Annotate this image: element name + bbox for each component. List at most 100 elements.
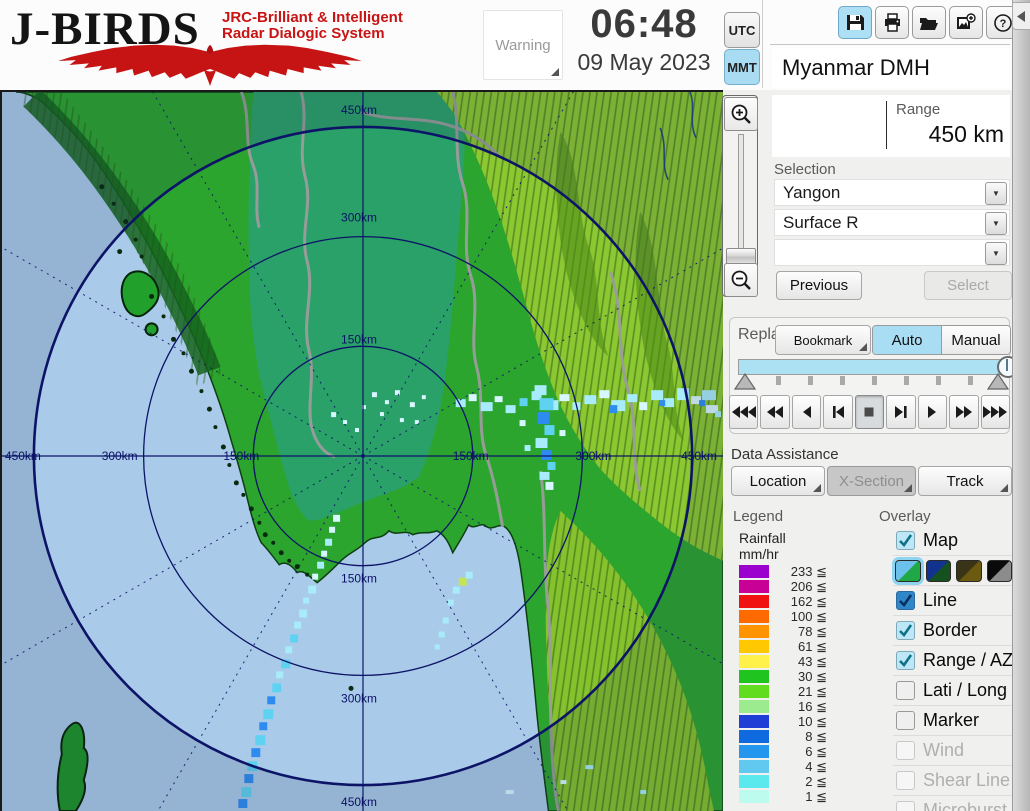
overlay-list: Map Line Border Range / AZ Lati / Long Marker… bbox=[893, 526, 1014, 811]
site-dropdown[interactable]: Yangon ▼ bbox=[774, 179, 1010, 206]
time-display: 06:48 bbox=[590, 2, 698, 46]
playback-glyph-icon bbox=[894, 406, 907, 418]
map-style-swatch[interactable] bbox=[895, 559, 921, 582]
legend-color-swatch bbox=[739, 670, 769, 683]
map-style-swatch[interactable] bbox=[925, 559, 951, 582]
legend-value: 10 ≦ bbox=[798, 713, 827, 729]
zoom-slider-track[interactable] bbox=[738, 134, 744, 261]
zoom-in-button[interactable] bbox=[724, 97, 758, 131]
add-image-button[interactable] bbox=[949, 6, 983, 39]
x-section-button[interactable]: X-Section bbox=[827, 466, 916, 496]
step-forward-button[interactable] bbox=[886, 395, 916, 429]
legend-color-swatch bbox=[739, 640, 769, 653]
panel-scroll-strip[interactable] bbox=[1012, 0, 1030, 811]
eagle-logo-icon bbox=[58, 44, 362, 86]
header-divider bbox=[762, 0, 763, 88]
header: J-BIRDS JRC-Brilliant & Intelligent Rada… bbox=[0, 0, 1030, 90]
radar-map-viewport[interactable]: 450km 300km 150km 150km 300km 450km 450km 300k… bbox=[0, 6, 813, 811]
track-button[interactable]: Track bbox=[918, 466, 1012, 496]
slider-tick bbox=[776, 376, 781, 385]
range-ring-label: 150km bbox=[453, 449, 489, 463]
range-ring-label: 150km bbox=[341, 572, 377, 586]
auto-button[interactable]: Auto bbox=[873, 326, 942, 354]
chevron-down-icon[interactable]: ▼ bbox=[985, 182, 1007, 205]
logo-tagline: JRC-Brilliant & Intelligent Radar Dialog… bbox=[222, 9, 403, 42]
legend-row: 8 ≦ bbox=[739, 729, 839, 744]
checkbox[interactable] bbox=[896, 531, 915, 550]
replay-progress-slider[interactable] bbox=[738, 356, 1019, 378]
play-reverse-button[interactable] bbox=[791, 395, 822, 429]
overlay-item-shear-line: Shear Line bbox=[893, 765, 1012, 795]
checkbox[interactable] bbox=[896, 651, 915, 670]
selection-label: Selection bbox=[774, 161, 836, 178]
overlay-item-label: Border bbox=[923, 620, 978, 640]
range-end-marker[interactable] bbox=[987, 373, 1009, 390]
checkbox[interactable] bbox=[896, 711, 915, 730]
legend-row: 6 ≦ bbox=[739, 744, 839, 759]
save-button[interactable] bbox=[838, 6, 872, 39]
legend-color-swatch bbox=[739, 580, 769, 593]
utc-button[interactable]: UTC bbox=[724, 12, 760, 48]
chevron-down-icon[interactable]: ▼ bbox=[985, 242, 1007, 265]
legend-row: 21 ≦ bbox=[739, 684, 839, 699]
replay-mode-toggle: Auto Manual bbox=[872, 325, 1011, 355]
location-button[interactable]: Location bbox=[731, 466, 825, 496]
print-button[interactable] bbox=[875, 6, 909, 39]
overlay-item-label: Marker bbox=[923, 710, 980, 730]
slider-tick bbox=[808, 376, 813, 385]
checkbox[interactable] bbox=[896, 621, 915, 640]
legend-value: 4 ≦ bbox=[805, 758, 827, 774]
play-button[interactable] bbox=[917, 395, 948, 429]
rainfall-legend: 233 ≦ 206 ≦ 162 ≦ 100 ≦ 78 ≦ 61 ≦ 43 ≦ 30 ≦ 21 ≦… bbox=[739, 564, 839, 804]
check-icon bbox=[899, 594, 913, 608]
range-ring-label: 300km bbox=[341, 691, 377, 705]
check-icon bbox=[899, 624, 913, 638]
option-dropdown[interactable]: ▼ bbox=[774, 239, 1010, 266]
radar-map: 450km 300km 150km 150km 300km 450km 450km 300k… bbox=[0, 6, 813, 811]
stop-button[interactable] bbox=[854, 395, 885, 429]
zoom-out-button[interactable] bbox=[724, 263, 758, 297]
legend-row: 43 ≦ bbox=[739, 654, 839, 669]
range-display: Range 450 km bbox=[772, 95, 1010, 157]
map-style-swatch[interactable] bbox=[956, 559, 982, 582]
overlay-item-lati-long: Lati / Long bbox=[893, 675, 1012, 705]
legend-color-swatch bbox=[739, 715, 769, 728]
range-ring-label: 300km bbox=[341, 211, 377, 225]
product-dropdown[interactable]: Surface R ▼ bbox=[774, 209, 1010, 236]
open-folder-button[interactable] bbox=[912, 6, 946, 39]
bookmark-button[interactable]: Bookmark bbox=[775, 325, 871, 355]
checkbox[interactable] bbox=[896, 681, 915, 700]
range-ring-label: 450km bbox=[681, 449, 717, 463]
help-icon: ? bbox=[994, 13, 1012, 32]
panel-collapse-button[interactable] bbox=[1012, 2, 1030, 30]
slider-tick bbox=[968, 376, 973, 385]
range-start-marker[interactable] bbox=[734, 373, 756, 390]
mmt-button[interactable]: MMT bbox=[724, 49, 760, 85]
fast-forward-button[interactable] bbox=[949, 395, 979, 429]
fastest-forward-button[interactable] bbox=[980, 395, 1010, 429]
checkbox[interactable] bbox=[896, 591, 915, 610]
legend-value: 16 ≦ bbox=[798, 698, 827, 714]
chevron-down-icon[interactable]: ▼ bbox=[985, 212, 1007, 235]
legend-value: 78 ≦ bbox=[798, 623, 827, 639]
select-button[interactable]: Select bbox=[924, 271, 1012, 300]
map-style-swatch[interactable] bbox=[986, 559, 1012, 582]
fast-rewind-button[interactable] bbox=[729, 395, 759, 429]
corner-expand-icon bbox=[1000, 484, 1008, 492]
legend-value: 43 ≦ bbox=[798, 653, 827, 669]
previous-button[interactable]: Previous bbox=[776, 271, 862, 300]
collapse-left-icon bbox=[1017, 10, 1025, 22]
jbirds-radar-app: J-BIRDS JRC-Brilliant & Intelligent Rada… bbox=[0, 0, 1030, 811]
corner-expand-icon bbox=[904, 484, 912, 492]
step-back-button[interactable] bbox=[823, 395, 853, 429]
manual-button[interactable]: Manual bbox=[942, 326, 1010, 354]
legend-value: 206 ≦ bbox=[790, 578, 827, 594]
legend-title: Rainfall mm/hr bbox=[739, 530, 786, 562]
legend-color-swatch bbox=[739, 745, 769, 758]
check-icon bbox=[899, 654, 913, 668]
zoom-in-icon bbox=[731, 104, 751, 124]
warning-button[interactable]: Warning bbox=[483, 10, 563, 80]
rewind-button[interactable] bbox=[760, 395, 790, 429]
overlay-item-label: Range / AZ bbox=[923, 650, 1014, 670]
clock: 06:48 09 May 2023 bbox=[568, 2, 720, 76]
